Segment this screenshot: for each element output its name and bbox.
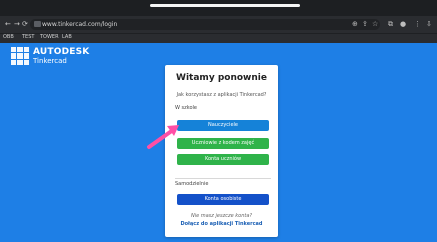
usage-question: Jak korzystasz z aplikacji Tinkercad? <box>176 92 267 98</box>
student-class-code-button[interactable]: Uczniowie z kodem zajęć <box>177 138 269 149</box>
join-tinkercad-link[interactable]: Dołącz do aplikacji Tinkercad <box>165 221 278 228</box>
share-icon[interactable]: ⇪ <box>362 20 368 29</box>
student-accounts-button[interactable]: Konta uczniów <box>177 154 269 165</box>
bookmark-lab[interactable]: LAB <box>62 33 72 42</box>
teachers-button[interactable]: Nauczyciele <box>177 120 269 131</box>
bookmark-tower[interactable]: TOWER <box>40 33 59 42</box>
personal-section-label: Samodzielnie <box>175 181 209 187</box>
section-divider <box>175 178 271 179</box>
tinkercad-logo-icon <box>11 47 29 65</box>
url-text[interactable]: www.tinkercad.com/login <box>42 20 117 29</box>
download-icon[interactable]: ⇩ <box>426 20 432 29</box>
profile-icon[interactable]: ● <box>400 20 406 29</box>
star-icon[interactable]: ☆ <box>372 20 378 29</box>
bookmark-test[interactable]: TEST <box>22 33 34 42</box>
forward-icon[interactable]: → <box>14 19 20 29</box>
reload-icon[interactable]: ⟳ <box>22 19 28 29</box>
login-card <box>165 65 278 237</box>
menu-icon[interactable]: ⋮ <box>414 20 421 29</box>
tab-highlight <box>150 4 300 7</box>
site-icon <box>34 21 41 27</box>
extension-icon[interactable]: ⧉ <box>388 20 393 29</box>
top-strip <box>0 0 437 16</box>
brand-autodesk: AUTODESK <box>33 47 90 57</box>
bookmark-obb[interactable]: OBB <box>3 33 14 42</box>
personal-account-button[interactable]: Konta osobiste <box>177 194 269 205</box>
card-title: Witamy ponownie <box>176 73 267 83</box>
no-account-text: Nie masz jeszcze konta? <box>190 213 253 219</box>
school-section-label: W szkole <box>175 105 198 111</box>
zoom-icon[interactable]: ⊕ <box>352 20 358 29</box>
brand-tinkercad: Tinkercad <box>33 57 67 65</box>
back-icon[interactable]: ← <box>5 19 11 29</box>
pointer-arrow-icon <box>147 125 179 149</box>
